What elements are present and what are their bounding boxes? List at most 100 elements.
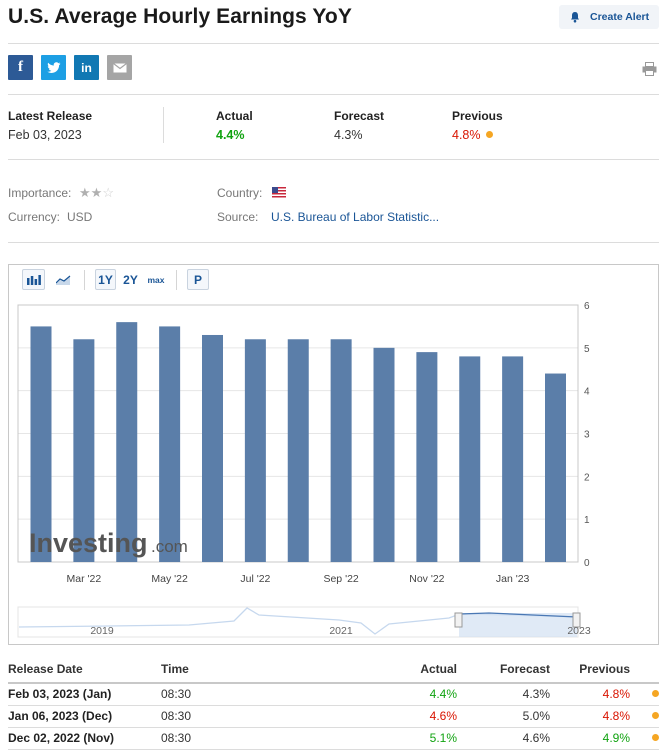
currency-value: USD [67,210,93,224]
revision-dot-icon [652,734,659,741]
data-bar [287,339,309,562]
twitter-icon [46,61,60,73]
table-row: Feb 03, 2023 (Jan) 08:30 4.4% 4.3% 4.8% [8,683,659,706]
row-forecast: 5.0% [457,705,550,728]
navigator-year-label: 2021 [329,625,353,637]
header-spacer [630,655,659,684]
previous-value: 4.8% [452,128,481,142]
header-previous: Previous [550,655,630,684]
email-share-button[interactable] [107,55,132,80]
facebook-icon: f [18,59,23,75]
row-previous: 4.9% [550,727,630,750]
currency-label: Currency: [8,210,61,224]
print-icon[interactable] [642,62,657,76]
revision-dot-icon [485,131,493,138]
row-actual: 4.4% [331,683,457,706]
linkedin-share-button[interactable]: in [74,55,99,80]
row-time: 08:30 [161,683,331,706]
data-bar [30,326,52,562]
source-link[interactable]: U.S. Bureau of Labor Statistic... [271,210,439,224]
header-actual: Actual [331,655,457,684]
row-date: Jan 06, 2023 (Dec) [8,705,161,728]
create-alert-label: Create Alert [590,11,650,23]
importance-stars: ★★☆ [79,185,114,201]
row-date: Feb 03, 2023 (Jan) [8,683,161,706]
table-header-row: Release Date Time Actual Forecast Previo… [8,655,659,684]
data-bar [545,373,566,562]
y-tick-label: 1 [584,515,590,526]
page-title: U.S. Average Hourly Earnings YoY [8,5,352,28]
x-tick-label: May '22 [151,573,188,585]
data-bar [330,339,352,562]
y-axis-ticks: 0 1 2 3 4 5 6 [584,301,590,569]
watermark-brand: Investing [29,528,148,558]
facebook-share-button[interactable]: f [8,55,33,80]
row-forecast: 4.6% [457,727,550,750]
divider [8,159,659,160]
table-row: Jan 06, 2023 (Dec) 08:30 4.6% 5.0% 4.8% [8,705,659,728]
chart-canvas: Investing .com 0 1 2 3 4 5 6 Mar '22 May '22 Jul… [17,301,591,638]
data-bar [373,347,395,562]
data-bar [116,322,138,562]
range-navigator[interactable]: 2019 2021 2023 [17,606,591,638]
forecast-label: Forecast [334,109,385,123]
x-tick-label: Nov '22 [409,573,444,585]
navigator-year-label: 2019 [90,625,114,637]
data-bar [159,326,181,562]
header-time: Time [161,655,331,684]
row-forecast: 4.3% [457,683,550,706]
x-tick-label: Jan '23 [496,573,530,585]
x-tick-label: Jul '22 [240,573,270,585]
row-revision-cell [630,727,659,750]
data-bar [202,334,223,562]
divider [8,94,659,95]
star-filled-icon: ★ [90,185,103,200]
navigator-left-handle[interactable] [454,612,463,628]
create-alert-button[interactable]: Create Alert [559,5,659,29]
y-tick-label: 2 [584,472,590,483]
header-forecast: Forecast [457,655,550,684]
row-actual: 4.6% [331,705,457,728]
row-revision-cell [630,705,659,728]
x-tick-label: Mar '22 [67,573,102,585]
header-release-date: Release Date [8,655,161,684]
linkedin-icon: in [81,60,92,75]
actual-value: 4.4% [216,128,245,142]
previous-value-wrap: 4.8% [452,128,493,142]
x-tick-label: Sep '22 [323,573,358,585]
row-time: 08:30 [161,727,331,750]
row-actual: 5.1% [331,727,457,750]
chart-bars [30,322,566,562]
chart-panel: 1Y 2Y max P Investing .com 0123456 Mar '… [8,264,659,645]
y-tick-label: 4 [584,387,590,398]
star-empty-icon: ☆ [102,185,114,200]
y-tick-label: 5 [584,344,590,355]
data-bar [502,356,524,562]
divider [163,107,164,143]
actual-label: Actual [216,109,253,123]
watermark-suffix: .com [151,537,188,556]
table-row: Dec 02, 2022 (Nov) 08:30 5.1% 4.6% 4.9% [8,727,659,750]
latest-release-label: Latest Release [8,109,93,123]
source-label: Source: [217,210,259,224]
row-previous: 4.8% [550,683,630,706]
star-filled-icon: ★ [79,185,91,200]
data-bar [459,356,481,562]
previous-label: Previous [452,109,503,123]
row-previous: 4.8% [550,705,630,728]
mail-icon [112,62,127,72]
us-flag-icon [272,187,286,198]
twitter-share-button[interactable] [41,55,66,80]
bell-icon [571,12,579,23]
navigator-year-label: 2023 [567,625,591,637]
data-bar [244,339,266,562]
y-tick-label: 3 [584,430,590,441]
row-revision-cell [630,683,659,706]
data-bar [416,352,438,562]
x-axis-ticks: Mar '22 May '22 Jul '22 Sep '22 Nov '22 Jan '… [67,573,530,585]
importance-label: Importance: [8,186,72,200]
divider [8,242,659,243]
history-table: Release Date Time Actual Forecast Previo… [8,655,659,750]
y-tick-label: 0 [584,558,590,569]
latest-release-date: Feb 03, 2023 [8,128,82,142]
